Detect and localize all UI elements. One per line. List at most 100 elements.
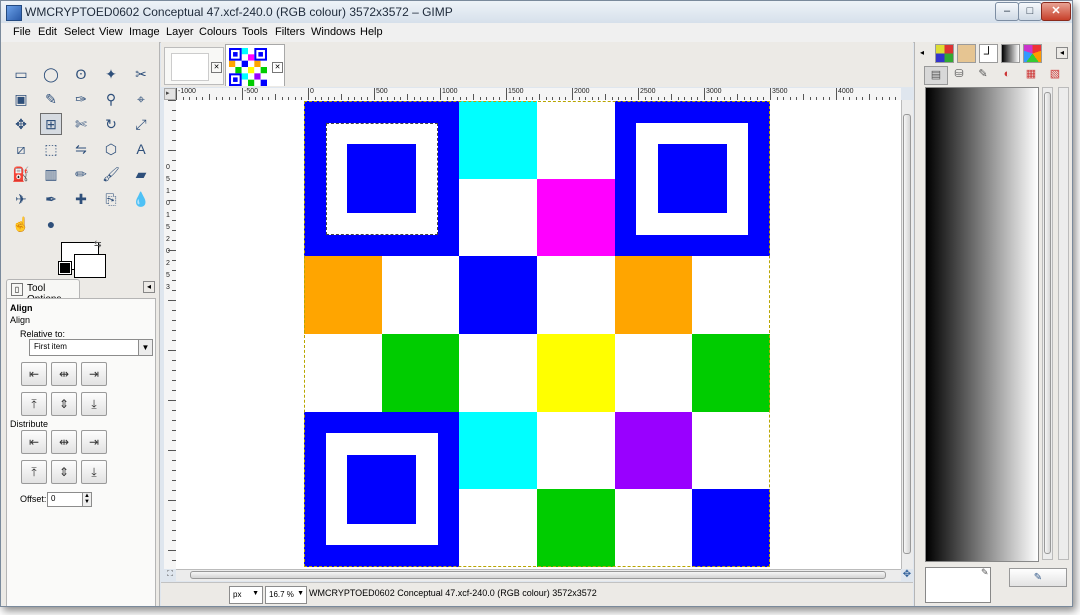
relative-to-select[interactable]: First item ▼	[29, 339, 153, 356]
dock-menu-arrow-icon[interactable]: ◂	[920, 48, 924, 57]
eraser-icon[interactable]: ▰	[130, 163, 152, 185]
maximize-button[interactable]: □	[1018, 2, 1042, 21]
zoom-toggle-icon[interactable]: ⛶	[164, 569, 176, 581]
bucket-fill-icon[interactable]: ⛽	[10, 163, 32, 185]
image-tab-empty[interactable]: ✕	[164, 47, 224, 85]
menu-colours[interactable]: Colours	[199, 26, 237, 38]
text-icon[interactable]: A	[130, 138, 152, 160]
scissors-select-icon[interactable]: ✂	[130, 63, 152, 85]
tab-undo-icon[interactable]: ▧	[1044, 66, 1066, 83]
gradient-preview[interactable]	[925, 87, 1039, 562]
perspective-icon[interactable]: ⬚	[40, 138, 62, 160]
menu-filters[interactable]: Filters	[275, 26, 305, 38]
edit-icon[interactable]: ✎	[981, 567, 989, 578]
edit-button[interactable]: ✎	[1009, 568, 1067, 587]
paths-icon[interactable]: ✎	[40, 88, 62, 110]
tab-layers-icon[interactable]: ▤	[924, 66, 948, 85]
align-right-edge-button[interactable]: ⇥	[81, 362, 107, 386]
distribute-center-vertical-button[interactable]: ⇕	[51, 460, 77, 484]
minimize-button[interactable]: –	[995, 2, 1019, 21]
tab-gradients-icon[interactable]	[1001, 44, 1020, 63]
tab-patterns-icon[interactable]	[935, 44, 954, 63]
align-center-vertical-button[interactable]: ⇕	[51, 392, 77, 416]
image-tab-qr[interactable]: ✕	[225, 44, 285, 86]
background-color-swatch[interactable]	[74, 254, 106, 278]
menu-select[interactable]: Select	[64, 26, 95, 38]
default-colors-icon[interactable]	[58, 261, 72, 275]
crop-icon[interactable]: ✄	[70, 113, 92, 135]
tab-colormap-icon[interactable]: ◐	[996, 66, 1018, 83]
menu-view[interactable]: View	[99, 26, 123, 38]
vertical-scrollbar[interactable]	[901, 100, 913, 569]
close-icon[interactable]: ✕	[272, 62, 283, 73]
dock-tab-menu-icon[interactable]: ◂	[1056, 47, 1068, 59]
free-select-icon[interactable]: ʘ	[70, 63, 92, 85]
zoom-select[interactable]: 16.7 % ▼	[265, 586, 307, 604]
offset-input[interactable]: 0	[47, 492, 83, 507]
color-picker-icon[interactable]: ✑	[70, 88, 92, 110]
menu-layer[interactable]: Layer	[166, 26, 194, 38]
heal-icon[interactable]: ✚	[70, 188, 92, 210]
menu-edit[interactable]: Edit	[38, 26, 57, 38]
align-center-horizontal-button[interactable]: ⇹	[51, 362, 77, 386]
close-icon[interactable]: ✕	[211, 62, 222, 73]
tab-fonts-icon[interactable]: ┘	[979, 44, 998, 63]
airbrush-icon[interactable]: ✈	[10, 188, 32, 210]
pencil-icon[interactable]: ✏	[70, 163, 92, 185]
menu-image[interactable]: Image	[129, 26, 160, 38]
ruler-tick	[638, 88, 639, 100]
navigate-icon[interactable]: ✥	[901, 569, 913, 581]
menu-tools[interactable]: Tools	[242, 26, 268, 38]
dock-scrollbar[interactable]	[1042, 87, 1053, 560]
image-menu-arrow-icon[interactable]: ▸	[166, 89, 170, 97]
offset-spinner[interactable]: ▲ ▼	[82, 492, 92, 507]
ellipse-select-icon[interactable]: ◯	[40, 63, 62, 85]
tab-brushes-icon[interactable]	[957, 44, 976, 63]
menu-file[interactable]: File	[13, 26, 31, 38]
blend-icon[interactable]: ▥	[40, 163, 62, 185]
menu-help[interactable]: Help	[360, 26, 383, 38]
tab-tool-options[interactable]: ▯ Tool Options	[6, 279, 80, 305]
dodge-burn-icon[interactable]: ●	[40, 213, 62, 235]
foreground-select-icon[interactable]: ▣	[10, 88, 32, 110]
unit-select[interactable]: px ▼	[229, 586, 263, 604]
dock-secondary-scrollbar[interactable]	[1058, 87, 1069, 560]
cage-icon[interactable]: ⬡	[100, 138, 122, 160]
distribute-left-button[interactable]: ⇤	[21, 430, 47, 454]
blur-icon[interactable]: 💧	[130, 188, 152, 210]
menu-windows[interactable]: Windows	[311, 26, 356, 38]
horizontal-scrollbar[interactable]	[176, 569, 901, 581]
vertical-scrollbar-thumb[interactable]	[903, 114, 911, 554]
flip-icon[interactable]: ⇋	[70, 138, 92, 160]
move-icon[interactable]: ✥	[10, 113, 32, 135]
align-bottom-edge-button[interactable]: ⤓	[81, 392, 107, 416]
measure-icon[interactable]: ⌖	[130, 88, 152, 110]
distribute-bottom-button[interactable]: ⤓	[81, 460, 107, 484]
distribute-top-button[interactable]: ⤒	[21, 460, 47, 484]
horizontal-scrollbar-thumb[interactable]	[190, 571, 886, 579]
rect-select-icon[interactable]: ▭	[10, 63, 32, 85]
swap-colors-icon[interactable]: ⇆	[94, 239, 102, 250]
distribute-right-button[interactable]: ⇥	[81, 430, 107, 454]
tab-menu-arrow-icon[interactable]: ◂	[143, 281, 155, 293]
shear-icon[interactable]: ⧄	[10, 138, 32, 160]
distribute-center-horizontal-button[interactable]: ⇹	[51, 430, 77, 454]
tab-histogram-icon[interactable]: ▦	[1020, 66, 1042, 83]
clone-icon[interactable]: ⎘	[100, 188, 122, 210]
rotate-icon[interactable]: ↻	[100, 113, 122, 135]
smudge-icon[interactable]: ☝	[10, 213, 32, 235]
ink-icon[interactable]: ✒	[40, 188, 62, 210]
align-icon[interactable]: ⊞	[40, 113, 62, 135]
fuzzy-select-icon[interactable]: ✦	[100, 63, 122, 85]
tab-channels-icon[interactable]: ⛁	[948, 66, 970, 83]
zoom-icon[interactable]: ⚲	[100, 88, 122, 110]
close-button[interactable]: ✕	[1041, 2, 1071, 21]
dock-scrollbar-thumb[interactable]	[1044, 92, 1051, 554]
tab-palettes-icon[interactable]	[1023, 44, 1042, 63]
tab-paths-icon[interactable]: ✎	[972, 66, 994, 83]
scale-icon[interactable]: ⤢	[130, 113, 152, 135]
align-left-edge-button[interactable]: ⇤	[21, 362, 47, 386]
ruler-label: 1500	[508, 88, 524, 95]
paintbrush-icon[interactable]: 🖌	[100, 163, 122, 185]
align-top-edge-button[interactable]: ⤒	[21, 392, 47, 416]
